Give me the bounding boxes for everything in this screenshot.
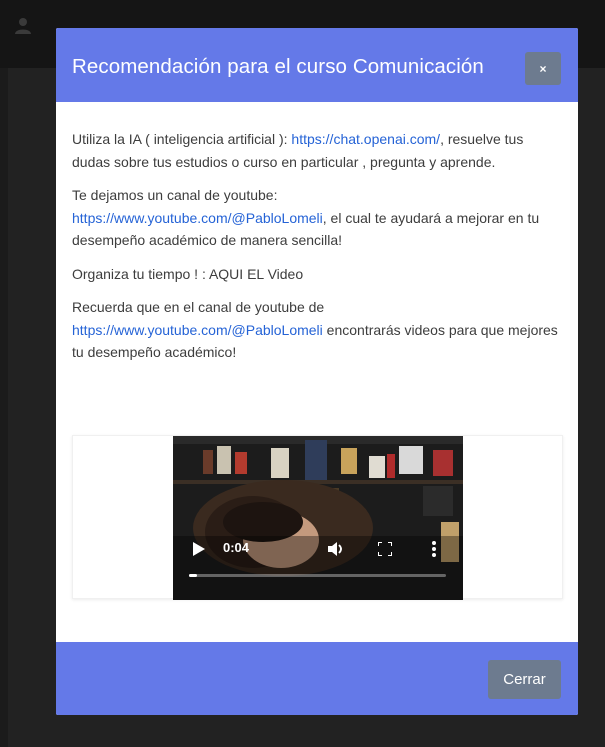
cerrar-button[interactable]: Cerrar [488,660,561,699]
modal-body: Utiliza la IA ( inteligencia artificial … [72,128,564,375]
video-time: 0:04 [223,540,250,555]
paragraph-organiza: Organiza tu tiempo ! : AQUI EL Video [72,265,304,282]
paragraph-youtube: Te dejamos un canal de youtube: https://… [72,184,564,252]
video-player[interactable]: 0:04 [173,436,463,600]
paragraph-text: Utiliza la IA ( inteligencia artificial … [72,131,292,147]
paragraph-text: Te dejamos un canal de youtube: [72,187,278,203]
openai-link[interactable]: https://chat.openai.com/ [291,131,440,147]
video-card: 0:04 [72,435,563,600]
fullscreen-icon[interactable] [378,542,392,556]
recommendation-modal: Recomendación para el curso Comunicación… [56,28,578,715]
video-progress-bar[interactable] [189,574,446,577]
youtube-link-2[interactable]: https://www.youtube.com/@PabloLomeli [72,322,323,338]
video-controls: 0:04 [173,436,463,600]
modal-header: Recomendación para el curso Comunicación… [56,28,578,102]
modal-footer: Cerrar [56,642,578,715]
play-icon[interactable] [193,542,205,556]
close-button[interactable]: × [525,52,561,85]
paragraph-text: Recuerda que en el canal de youtube de [72,299,325,315]
paragraph-ia: Utiliza la IA ( inteligencia artificial … [72,128,564,173]
modal-title: Recomendación para el curso Comunicación [72,55,484,78]
video-progress-fill [189,574,197,577]
more-vertical-icon[interactable] [431,540,437,558]
volume-icon[interactable] [328,541,344,557]
youtube-link[interactable]: https://www.youtube.com/@PabloLomeli [72,210,323,226]
user-icon [15,18,31,34]
paragraph-recuerda: Recuerda que en el canal de youtube de h… [72,296,564,364]
